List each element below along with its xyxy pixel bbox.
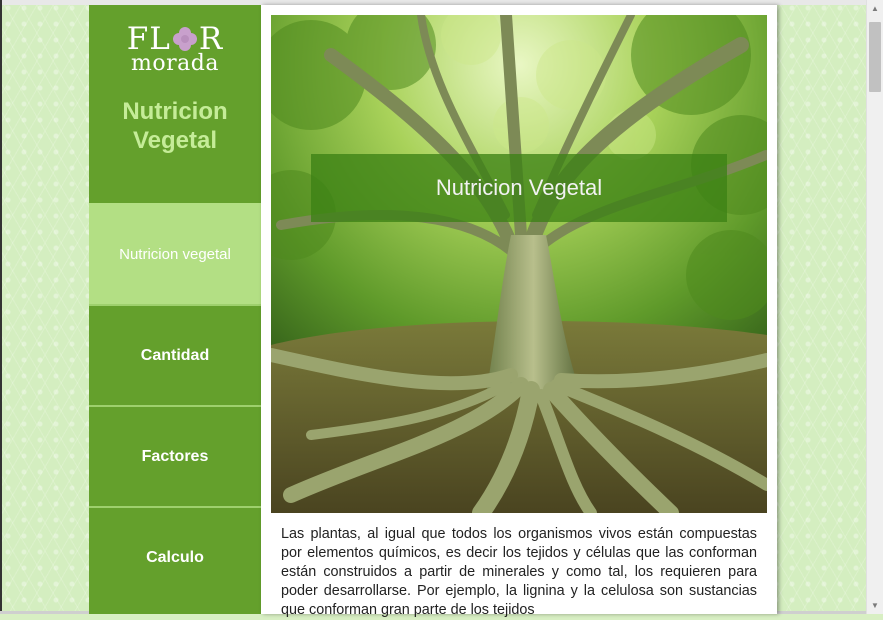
scrollbar-thumb[interactable] (869, 22, 881, 92)
hero-image: Nutricion Vegetal (271, 15, 767, 513)
window-left-edge (0, 0, 2, 614)
nav-item-label: Nutricion vegetal (119, 246, 231, 263)
nav-item-label: Calculo (146, 548, 204, 566)
main-content: Nutricion Vegetal Las plantas, al igual … (261, 5, 777, 618)
scroll-up-arrow-icon[interactable]: ▲ (867, 0, 883, 17)
nav-item-calculo[interactable]: Calculo (89, 506, 261, 607)
logo[interactable]: FL R morada (89, 23, 261, 75)
article-paragraph: Las plantas, al igual que todos los orga… (281, 526, 757, 618)
nav-item-label: Cantidad (140, 346, 210, 364)
logo-subtext: morada (131, 51, 219, 76)
scroll-down-arrow-icon[interactable]: ▼ (867, 597, 883, 614)
vertical-scrollbar[interactable]: ▲ ▼ (866, 0, 883, 614)
nav-item-factores[interactable]: Factores (89, 405, 261, 506)
flower-icon (172, 27, 197, 51)
nav-item-nutricion-vegetal[interactable]: Nutricion vegetal (89, 203, 261, 304)
sidebar-nav: Nutricion vegetal Cantidad Factores Calc… (89, 203, 261, 607)
hero-banner-title: Nutricion Vegetal (311, 154, 727, 222)
nav-item-cantidad[interactable]: Cantidad (89, 304, 261, 405)
tree-image (271, 15, 767, 513)
nav-item-label: Factores (141, 447, 209, 465)
sidebar: FL R morada Nutricion Vegetal Nutricion … (89, 5, 261, 614)
site-title: Nutricion Vegetal (122, 98, 228, 154)
